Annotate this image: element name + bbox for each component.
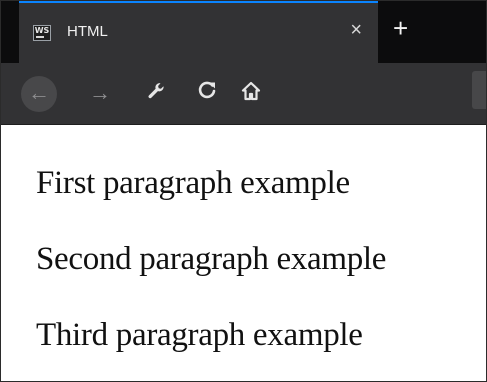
paragraph-first: First paragraph example <box>36 165 350 201</box>
paragraph-second: Second paragraph example <box>36 241 387 277</box>
paragraph-third: Third paragraph example <box>36 317 363 353</box>
page-content: First paragraph example Second paragraph… <box>1 125 486 381</box>
browser-window: WS HTML × + ← → First paragraph example … <box>0 0 487 382</box>
forward-arrow-icon: → <box>89 80 111 105</box>
tab-html[interactable]: WS HTML × <box>19 1 378 63</box>
forward-button[interactable]: → <box>89 81 111 105</box>
tab-title: HTML <box>67 23 108 40</box>
wrench-button[interactable] <box>146 81 166 107</box>
new-tab-button[interactable]: + <box>393 14 408 42</box>
home-icon <box>241 81 261 101</box>
url-bar[interactable] <box>472 71 486 109</box>
reload-icon <box>198 81 216 99</box>
tab-strip: WS HTML × + <box>1 1 486 63</box>
back-button[interactable]: ← <box>21 76 57 112</box>
webstorm-icon: WS <box>33 25 51 41</box>
navigation-toolbar: ← → <box>1 63 486 125</box>
home-button[interactable] <box>241 81 261 107</box>
reload-button[interactable] <box>197 80 217 105</box>
wrench-icon <box>148 83 164 99</box>
back-arrow-icon: ← <box>28 80 50 105</box>
close-icon[interactable]: × <box>350 19 362 41</box>
